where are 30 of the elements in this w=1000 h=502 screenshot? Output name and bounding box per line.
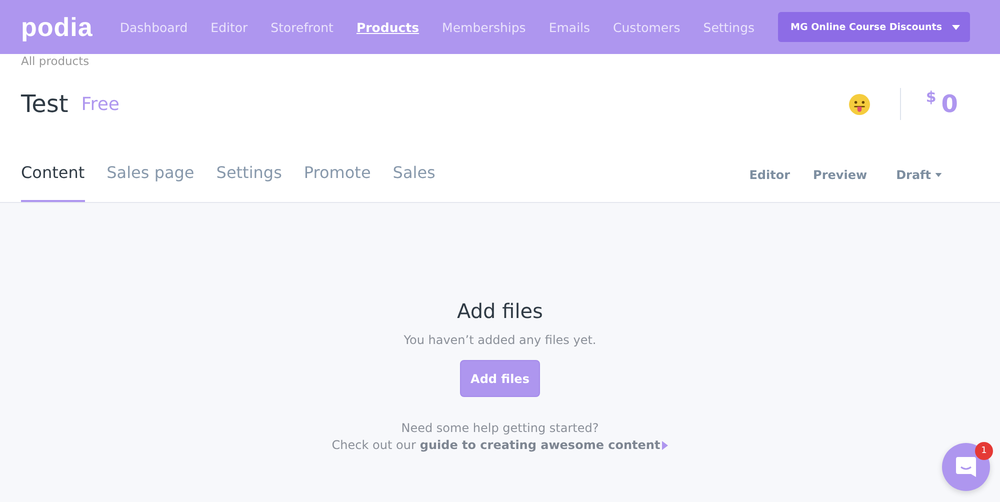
nav-link[interactable]: Settings [703,20,755,34]
status-dropdown[interactable]: Draft [890,167,948,202]
empty-message: You haven’t added any files yet. [404,333,596,347]
tab[interactable]: Sales page [106,163,194,202]
tab[interactable]: Settings [216,163,282,202]
nav-link[interactable]: Memberships [442,20,526,34]
nav-link[interactable]: Customers [613,20,680,34]
add-files-button[interactable]: Add files [460,360,540,397]
currency-symbol: $ [926,88,936,106]
logo[interactable]: podia [21,12,93,42]
revenue-amount: 0 [941,90,958,118]
notification-badge: 1 [975,442,993,460]
guide-link[interactable]: guide to creating awesome content [420,438,668,452]
breadcrumb-link[interactable]: All products [21,54,90,68]
empty-heading: Add files [457,299,543,323]
nav-link[interactable]: Emails [548,20,590,34]
nav-link[interactable]: Editor [210,20,248,34]
help-text: Check out our [332,438,416,452]
tab[interactable]: Content [21,163,85,202]
nav-link[interactable]: Products [356,20,420,34]
preview-link[interactable]: Preview [813,167,868,202]
product-title: Test [21,90,68,118]
nav-link[interactable]: Dashboard [120,20,188,34]
editor-link[interactable]: Editor [749,167,790,202]
account-dropdown[interactable]: MG Online Course Discounts [778,12,970,42]
tab[interactable]: Sales [392,163,436,202]
help-text: Need some help getting started? [401,421,599,435]
tab[interactable]: Promote [304,163,371,202]
nav-link[interactable]: Storefront [270,20,334,34]
price-label: Free [81,94,120,114]
